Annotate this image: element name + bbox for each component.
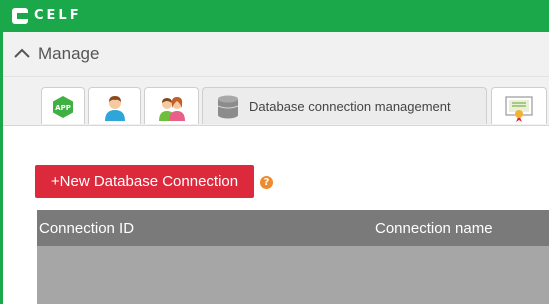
celf-logo-icon bbox=[12, 8, 28, 24]
tab-user[interactable] bbox=[88, 87, 141, 124]
chevron-up-icon[interactable] bbox=[13, 45, 31, 61]
user-icon bbox=[103, 95, 127, 126]
column-header-connection-id[interactable]: Connection ID bbox=[39, 220, 134, 237]
users-icon bbox=[157, 95, 187, 126]
help-icon[interactable]: ? bbox=[260, 176, 273, 189]
table-header: Connection ID Connection name bbox=[37, 210, 549, 246]
manage-header[interactable]: Manage bbox=[3, 32, 549, 77]
certificate-icon bbox=[505, 95, 533, 128]
tab-bar: APP Database connection management bbox=[3, 77, 549, 126]
tab-label: Database connection management bbox=[249, 99, 451, 114]
brand-name: CELF bbox=[34, 8, 82, 23]
new-database-connection-button[interactable]: +New Database Connection bbox=[35, 165, 254, 198]
table-body bbox=[37, 246, 549, 304]
app-icon: APP bbox=[51, 95, 75, 124]
brand-logo[interactable]: CELF bbox=[12, 8, 82, 24]
column-header-connection-name[interactable]: Connection name bbox=[375, 220, 493, 237]
tab-users[interactable] bbox=[144, 87, 199, 124]
page-title: Manage bbox=[38, 44, 100, 63]
database-icon bbox=[217, 95, 239, 124]
tab-certificate[interactable] bbox=[491, 87, 547, 124]
tab-app[interactable]: APP bbox=[41, 87, 85, 124]
tab-database-connection-management[interactable]: Database connection management bbox=[202, 87, 487, 124]
connections-table: Connection ID Connection name bbox=[37, 210, 549, 304]
svg-text:APP: APP bbox=[55, 104, 71, 112]
top-bar: CELF bbox=[0, 0, 549, 32]
